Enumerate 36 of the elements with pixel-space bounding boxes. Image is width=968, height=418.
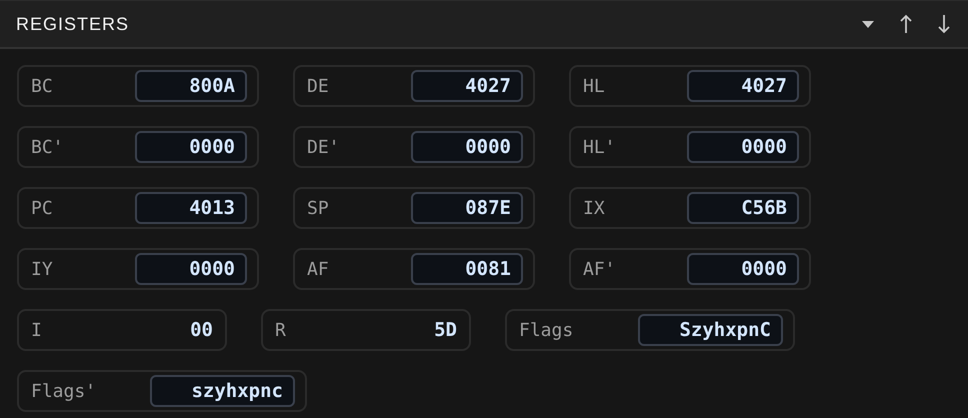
arrow-up-icon[interactable] xyxy=(900,14,912,34)
register-name: AF' xyxy=(583,258,616,280)
register-value-field[interactable]: 800A xyxy=(135,70,247,102)
register-name: AF xyxy=(307,258,329,280)
register-name: IX xyxy=(583,198,605,218)
register-value-field[interactable]: 0000 xyxy=(687,131,799,163)
register-name: PC xyxy=(31,198,53,218)
register-name: DE' xyxy=(307,136,340,158)
register-name: I xyxy=(31,320,42,340)
register-name: Flags' xyxy=(31,380,96,402)
register-value-field[interactable]: C56B xyxy=(687,192,799,224)
register-value-field[interactable]: 0000 xyxy=(135,131,247,163)
register-name: SP xyxy=(307,198,329,218)
caret-down-icon[interactable] xyxy=(862,20,874,28)
register-value-field[interactable]: 4027 xyxy=(687,70,799,102)
register-value-field[interactable]: 0000 xyxy=(135,253,247,285)
register-value-field[interactable]: szyhxpnc xyxy=(150,375,295,407)
register-value-field[interactable]: 4013 xyxy=(135,192,247,224)
register-value-field[interactable]: 087E xyxy=(411,192,523,224)
register-name: Flags xyxy=(519,320,574,340)
register-value-field[interactable]: 0000 xyxy=(411,131,523,163)
register-value: 5D xyxy=(434,319,457,341)
register-name: HL' xyxy=(583,136,616,158)
register-name: HL xyxy=(583,76,605,96)
register-name: BC xyxy=(31,76,53,96)
panel-title: REGISTERS xyxy=(16,14,130,34)
register-value-field[interactable]: 4027 xyxy=(411,70,523,102)
register-name: BC' xyxy=(31,136,64,158)
arrow-down-icon[interactable] xyxy=(938,14,950,34)
register-name: DE xyxy=(307,76,329,96)
register-value-field[interactable]: SzyhxpnC xyxy=(638,314,783,346)
register-name: IY xyxy=(31,258,53,280)
register-value-field[interactable]: 0081 xyxy=(411,253,523,285)
register-name: R xyxy=(275,320,286,340)
register-value: 00 xyxy=(190,319,213,341)
register-value-field[interactable]: 0000 xyxy=(687,253,799,285)
